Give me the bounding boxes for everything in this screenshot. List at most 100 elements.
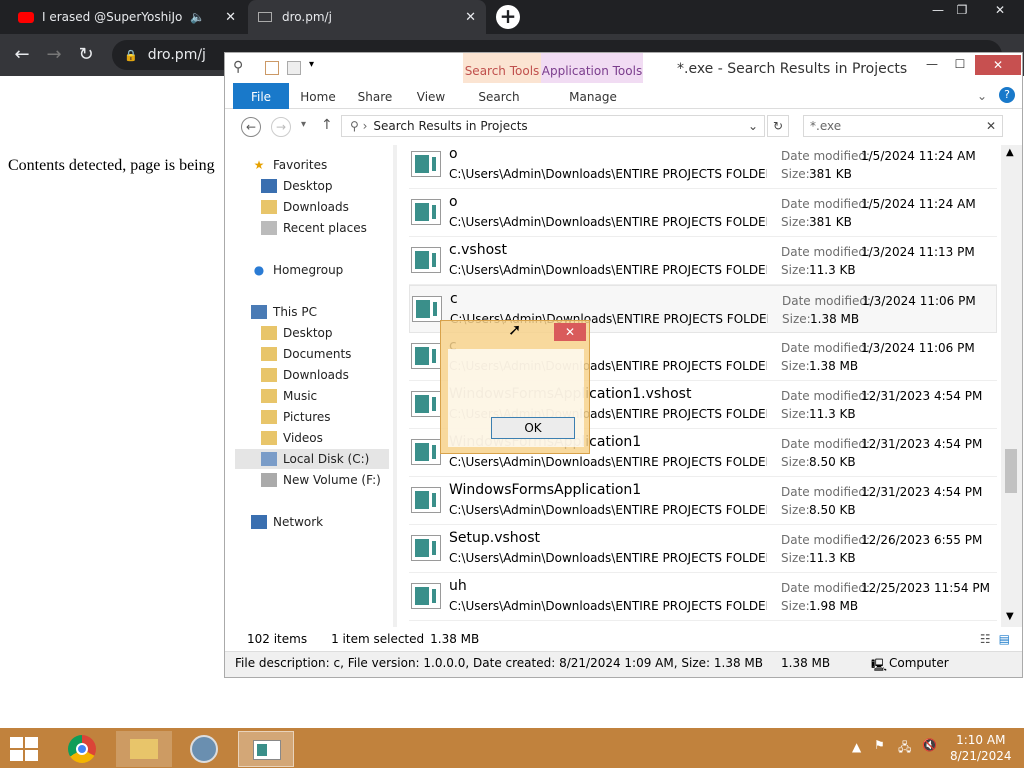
file-row[interactable]: c.vshost C:\Users\Admin\Downloads\ENTIRE …: [409, 237, 997, 285]
tab-manage[interactable]: Manage: [563, 83, 623, 109]
documents-folder-icon: [261, 347, 277, 361]
nav-pictures[interactable]: Pictures: [261, 407, 331, 427]
nav-homegroup[interactable]: ● Homegroup: [251, 260, 344, 280]
file-row[interactable]: o C:\Users\Admin\Downloads\ENTIRE PROJECT…: [409, 145, 997, 189]
chrome-taskbar-icon[interactable]: [54, 731, 110, 767]
nav-recent-places[interactable]: Recent places: [261, 218, 367, 238]
scroll-down-icon[interactable]: ▼: [1006, 611, 1014, 622]
close-window-button[interactable]: ✕: [982, 0, 1018, 20]
nav-videos[interactable]: Videos: [261, 428, 323, 448]
nav-local-disk[interactable]: Local Disk (C:): [235, 449, 389, 469]
new-tab-button[interactable]: +: [496, 5, 520, 29]
search-query: *.exe: [810, 119, 842, 133]
new-folder-icon[interactable]: [287, 61, 301, 75]
minimize-button[interactable]: —: [917, 57, 947, 77]
tab-youtube[interactable]: I erased @SuperYoshiJonty ! 🔈 ✕: [8, 0, 246, 34]
search-tools-context: Search Tools: [463, 53, 541, 83]
exe-taskbar-icon[interactable]: [238, 731, 294, 767]
nav-music[interactable]: Music: [261, 386, 317, 406]
maximize-button[interactable]: ☐: [945, 57, 975, 77]
file-path: C:\Users\Admin\Downloads\ENTIRE PROJECTS…: [449, 215, 767, 229]
nav-desktop[interactable]: Desktop: [261, 176, 333, 196]
nav-documents[interactable]: Documents: [261, 344, 351, 364]
forward-icon[interactable]: →: [271, 117, 291, 137]
back-button[interactable]: ←: [10, 44, 34, 66]
nav-pc-desktop[interactable]: Desktop: [261, 323, 333, 343]
tiles-view-icon[interactable]: ▤: [999, 632, 1010, 646]
up-arrow-icon[interactable]: ↑: [321, 117, 333, 133]
nav-label: Downloads: [283, 368, 349, 382]
details-location: Computer: [889, 656, 949, 670]
tab-share[interactable]: Share: [353, 83, 397, 109]
file-explorer-taskbar-icon[interactable]: [116, 731, 172, 767]
explorer-address-bar[interactable]: ⚲ › Search Results in Projects ⌄: [341, 115, 765, 137]
flag-icon[interactable]: ⚑: [874, 738, 885, 752]
forward-button[interactable]: →: [42, 44, 66, 66]
size-label: Size:: [781, 455, 810, 469]
close-tab-icon[interactable]: ✕: [219, 10, 236, 25]
date-modified-value: 12/31/2023 4:54 PM: [861, 485, 983, 499]
date-modified-value: 1/3/2024 11:06 PM: [862, 294, 976, 308]
size-value: 381 KB: [809, 215, 852, 229]
exe-file-icon: [411, 343, 441, 369]
nav-downloads[interactable]: Downloads: [261, 197, 349, 217]
close-tab-icon[interactable]: ✕: [459, 10, 476, 25]
size-value: 11.3 KB: [809, 551, 856, 565]
taskbar-clock[interactable]: 1:10 AM 8/21/2024: [950, 732, 1012, 764]
windows-start-icon[interactable]: [10, 737, 38, 761]
nav-label: Downloads: [283, 200, 349, 214]
customize-dropdown-icon[interactable]: ▾: [309, 59, 314, 70]
ok-button[interactable]: OK: [491, 417, 575, 439]
details-view-icon[interactable]: ☷: [980, 632, 991, 646]
file-path: C:\Users\Admin\Downloads\ENTIRE PROJECTS…: [449, 263, 767, 277]
date-modified-value: 12/31/2023 4:54 PM: [861, 389, 983, 403]
scroll-up-icon[interactable]: ▲: [1006, 147, 1014, 158]
search-box[interactable]: *.exe ✕: [803, 115, 1003, 137]
nav-network[interactable]: Network: [251, 512, 323, 532]
file-row[interactable]: WindowsFormsApplication1 C:\Users\Admin\D…: [409, 477, 997, 525]
tab-dropm[interactable]: dro.pm/j ✕: [248, 0, 486, 34]
address-dropdown-icon[interactable]: ⌄: [748, 119, 758, 133]
details-size: 1.38 MB: [781, 656, 831, 670]
message-dialog: ✕ OK: [440, 320, 590, 454]
nav-new-volume[interactable]: New Volume (F:): [261, 470, 381, 490]
reload-button[interactable]: ↻: [74, 44, 98, 66]
scrollbar-thumb[interactable]: [1005, 449, 1017, 493]
speaker-icon[interactable]: 🔈: [190, 10, 205, 24]
drive-icon: [261, 452, 277, 466]
application-tools-context: Application Tools: [541, 53, 643, 83]
show-hidden-icons[interactable]: ▲: [852, 740, 861, 754]
back-icon[interactable]: ←: [241, 117, 261, 137]
tab-home[interactable]: Home: [297, 83, 339, 109]
close-window-button[interactable]: ✕: [975, 55, 1021, 75]
expand-ribbon-icon[interactable]: ⌄: [977, 89, 987, 103]
properties-icon[interactable]: [265, 61, 279, 75]
tab-view[interactable]: View: [411, 83, 451, 109]
help-icon[interactable]: ?: [999, 87, 1015, 103]
nav-label: Documents: [283, 347, 352, 361]
date-modified-label: Date modified:: [781, 341, 871, 355]
vertical-scrollbar[interactable]: ▲ ▼: [1001, 145, 1021, 627]
file-name: c.vshost: [449, 242, 507, 258]
clear-search-icon[interactable]: ✕: [986, 119, 996, 133]
network-tray-icon[interactable]: 🖧: [898, 738, 911, 759]
nav-this-pc[interactable]: This PC: [251, 302, 317, 322]
date-modified-value: 1/3/2024 11:13 PM: [861, 245, 975, 259]
nav-label: Desktop: [283, 326, 333, 340]
recent-locations-icon[interactable]: ▾: [301, 119, 306, 130]
tab-search[interactable]: Search: [473, 83, 525, 109]
file-name: uh: [449, 578, 467, 594]
file-name: o: [449, 146, 458, 162]
volume-muted-icon[interactable]: 🔇: [922, 738, 937, 752]
nav-favorites[interactable]: ★ Favorites: [251, 155, 328, 175]
dialog-close-button[interactable]: ✕: [554, 323, 586, 341]
app-taskbar-icon[interactable]: [176, 731, 232, 767]
tab-file[interactable]: File: [233, 83, 289, 109]
restore-button[interactable]: ❐: [944, 0, 980, 20]
file-row[interactable]: Setup.vshost C:\Users\Admin\Downloads\ENT…: [409, 525, 997, 573]
file-row[interactable]: uh C:\Users\Admin\Downloads\ENTIRE PROJEC…: [409, 573, 997, 621]
file-row[interactable]: o C:\Users\Admin\Downloads\ENTIRE PROJECT…: [409, 189, 997, 237]
refresh-button[interactable]: ↻: [767, 115, 789, 137]
nav-label: Local Disk (C:): [283, 452, 370, 466]
nav-pc-downloads[interactable]: Downloads: [261, 365, 349, 385]
